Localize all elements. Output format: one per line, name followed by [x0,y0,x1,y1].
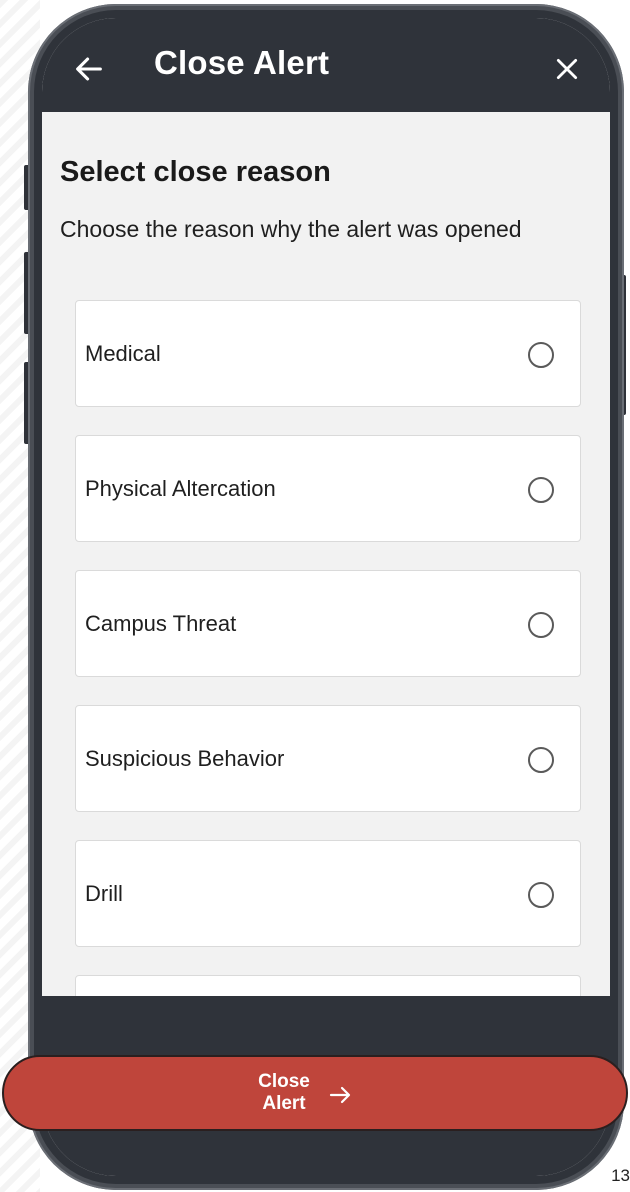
reason-option-drill[interactable]: Drill [75,840,581,947]
app-screen: Close Alert Select close reason Choose t… [42,18,610,1176]
reason-option-label: Campus Threat [85,611,237,636]
radio-unchecked-icon[interactable] [528,747,554,773]
arrow-left-icon[interactable] [72,52,106,86]
section-subheading: Choose the reason why the alert was open… [60,216,522,242]
page-number: 13 [611,1166,630,1185]
arrow-right-icon [329,1086,351,1104]
reason-option-suspicious-behavior[interactable]: Suspicious Behavior [75,705,581,812]
phone-bezel: Close Alert Select close reason Choose t… [34,10,618,1184]
phone-frame: Close Alert Select close reason Choose t… [28,4,624,1190]
close-icon[interactable] [554,56,580,82]
radio-unchecked-icon[interactable] [528,477,554,503]
reason-option-label: Physical Altercation [85,476,276,501]
reason-option-campus-threat[interactable]: Campus Threat [75,570,581,677]
radio-unchecked-icon[interactable] [528,882,554,908]
close-alert-button-label: Close Alert [258,1071,310,1114]
radio-unchecked-icon[interactable] [528,342,554,368]
reason-option-label: Drill [85,881,123,906]
reason-option-physical-altercation[interactable]: Physical Altercation [75,435,581,542]
radio-unchecked-icon[interactable] [528,612,554,638]
reason-option-medical[interactable]: Medical [75,300,581,407]
app-bar: Close Alert [42,18,610,112]
page-title: Close Alert [154,44,330,81]
section-heading: Select close reason [60,156,331,188]
page: Close Alert Select close reason Choose t… [0,0,630,1192]
reason-option-label: Medical [85,341,161,366]
reason-options-list: Medical Physical Altercation Campus Thre… [75,300,581,1110]
close-alert-button[interactable]: Close Alert [2,1055,628,1131]
reason-option-label: Suspicious Behavior [85,746,285,771]
